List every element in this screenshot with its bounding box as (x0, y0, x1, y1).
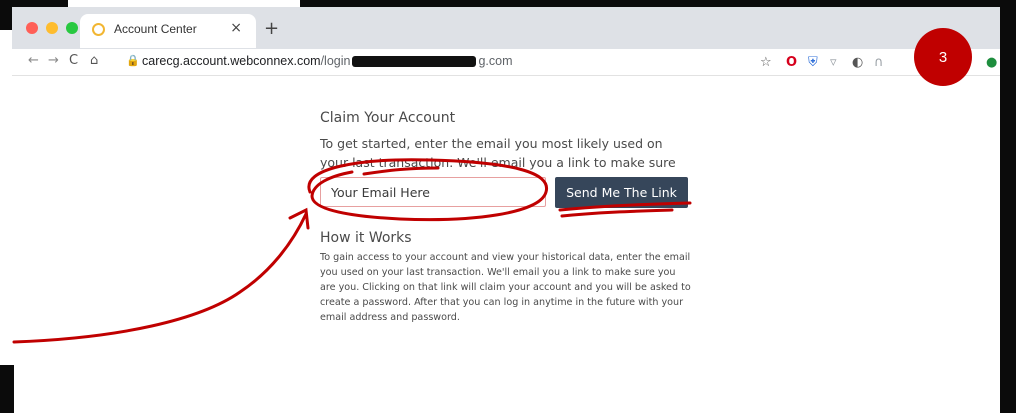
tab-close-icon[interactable]: × (230, 20, 242, 36)
how-it-works-text: To gain access to your account and view … (320, 252, 691, 323)
new-tab-button[interactable]: + (264, 18, 279, 39)
frame-edge-top (300, 0, 1016, 7)
tab-account-center[interactable]: Account Center × (80, 14, 256, 48)
arc-extension-icon[interactable]: ∩ (874, 55, 884, 70)
minimize-window-icon[interactable] (46, 22, 58, 34)
tab-title: Account Center (114, 22, 197, 36)
url-path-end: g.com (478, 54, 513, 68)
home-icon[interactable]: ⌂ (90, 53, 98, 68)
step-number-badge: 3 (914, 28, 972, 86)
green-extension-icon[interactable]: ● (986, 55, 997, 70)
bookmark-star-icon[interactable]: ☆ (760, 55, 772, 70)
forward-arrow-icon[interactable]: → (48, 53, 59, 68)
frame-edge-right (1000, 0, 1016, 413)
how-it-works-heading: How it Works (320, 230, 412, 246)
url-text: carecg.account.webconnex.com/login g.com (142, 54, 513, 68)
frame-edge-left-top (0, 0, 12, 30)
email-field[interactable] (320, 177, 546, 207)
maximize-window-icon[interactable] (66, 22, 78, 34)
url-host: carecg.account.webconnex.com (142, 54, 321, 68)
shield-extension-icon[interactable]: ⛨ (808, 55, 818, 70)
redacted-url-segment (352, 56, 477, 68)
claim-account-heading: Claim Your Account (320, 110, 456, 126)
frame-edge-left-bottom (0, 365, 14, 413)
close-window-icon[interactable] (26, 22, 38, 34)
pocket-extension-icon[interactable]: ▿ (830, 55, 837, 70)
circle-extension-icon[interactable]: ◐ (852, 55, 863, 70)
address-bar[interactable]: 🔒 carecg.account.webconnex.com/login g.co… (112, 51, 752, 73)
reload-icon[interactable]: C (69, 53, 78, 68)
send-link-button[interactable]: Send Me The Link (555, 177, 688, 208)
opera-extension-icon[interactable]: O (786, 55, 797, 70)
site-favicon-icon (92, 23, 105, 36)
lock-icon: 🔒 (126, 54, 140, 67)
url-path-start: /login (320, 54, 351, 68)
back-arrow-icon[interactable]: ← (28, 53, 39, 68)
